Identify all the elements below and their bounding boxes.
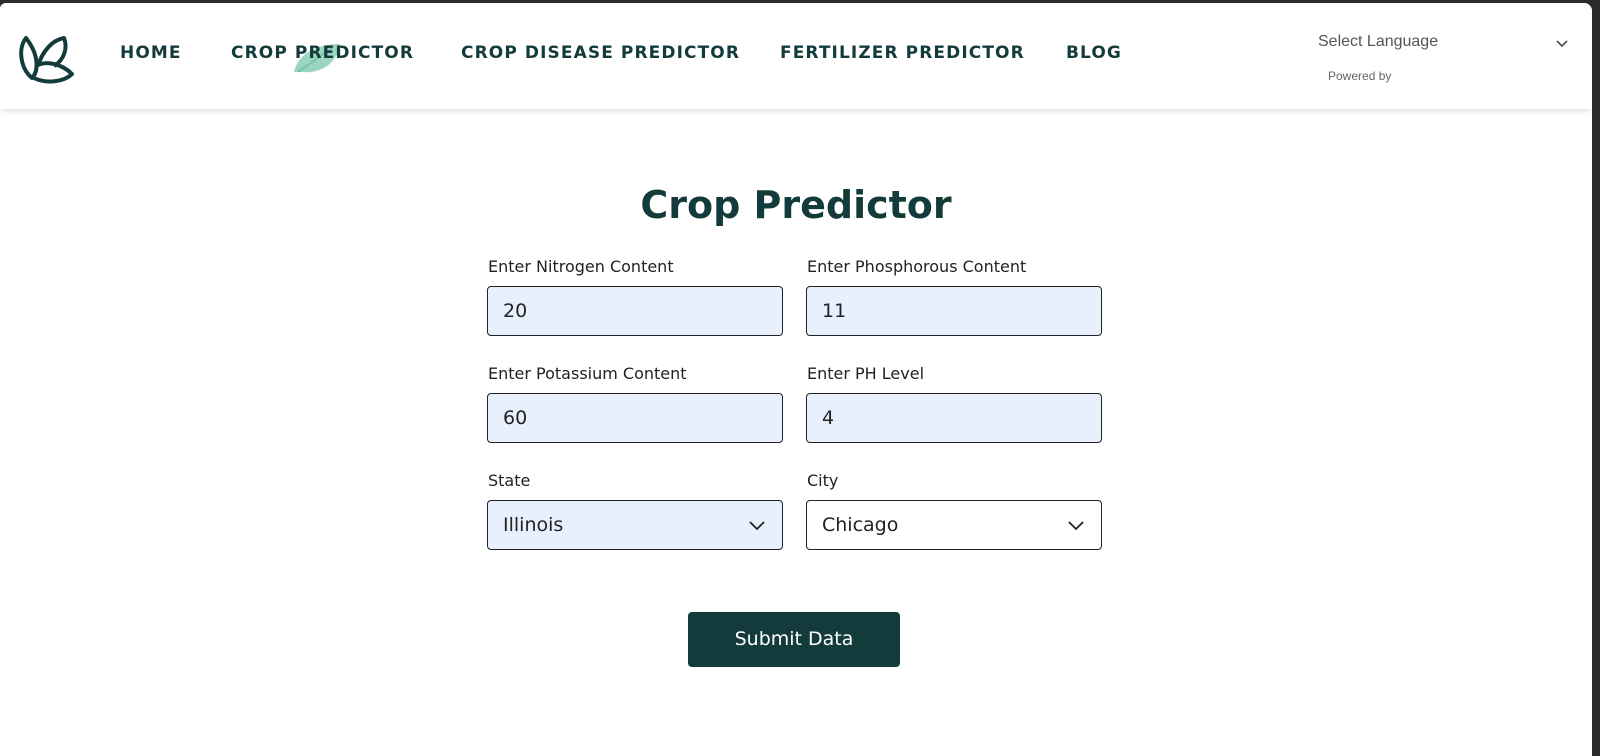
state-label: State [488, 471, 531, 490]
chevron-down-icon [749, 521, 765, 531]
ph-label: Enter PH Level [807, 364, 925, 383]
potassium-label: Enter Potassium Content [488, 364, 687, 383]
chevron-down-icon[interactable] [1555, 39, 1569, 49]
state-select[interactable]: Illinois [487, 500, 783, 550]
phosphorous-label: Enter Phosphorous Content [807, 257, 1027, 276]
powered-by-text: Powered by [1328, 69, 1392, 83]
nav-fertilizer-predictor[interactable]: FERTILIZER PREDICTOR [780, 43, 1025, 63]
ph-input[interactable]: 4 [806, 393, 1102, 443]
language-select[interactable]: Select Language [1318, 33, 1578, 61]
nitrogen-input[interactable]: 20 [487, 286, 783, 336]
city-select-value: Chicago [822, 514, 899, 536]
navbar: HOME CROP PREDICTOR CROP DISEASE PREDICT… [0, 3, 1592, 109]
phosphorous-input[interactable]: 11 [806, 286, 1102, 336]
nitrogen-label: Enter Nitrogen Content [488, 257, 674, 276]
potassium-input[interactable]: 60 [487, 393, 783, 443]
city-select[interactable]: Chicago [806, 500, 1102, 550]
submit-data-button[interactable]: Submit Data [688, 612, 900, 667]
chevron-down-icon [1068, 521, 1084, 531]
nav-crop-disease-predictor[interactable]: CROP DISEASE PREDICTOR [461, 43, 740, 63]
page-title: Crop Predictor [640, 183, 952, 227]
browser-viewport: HOME CROP PREDICTOR CROP DISEASE PREDICT… [0, 3, 1592, 756]
leaf-logo-icon[interactable] [16, 30, 74, 86]
nav-crop-predictor[interactable]: CROP PREDICTOR [231, 43, 414, 63]
nav-blog[interactable]: BLOG [1066, 43, 1122, 63]
state-select-value: Illinois [503, 514, 564, 536]
nav-home[interactable]: HOME [120, 43, 182, 63]
city-label: City [807, 471, 839, 490]
